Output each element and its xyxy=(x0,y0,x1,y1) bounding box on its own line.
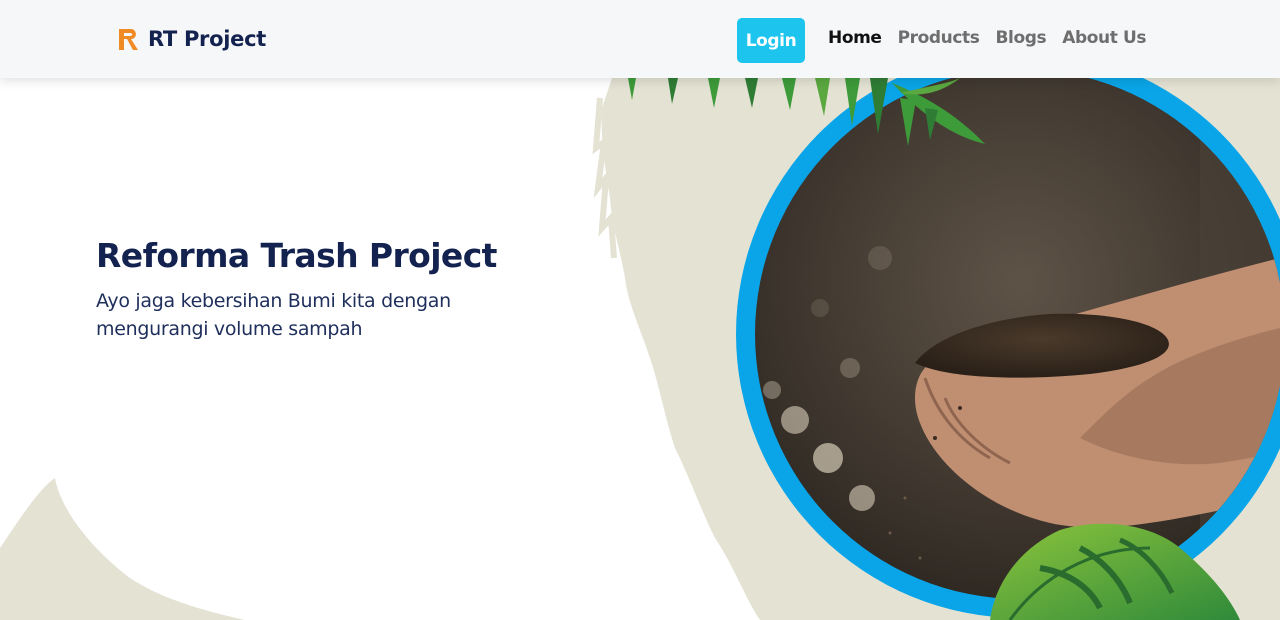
hero-title: Reforma Trash Project xyxy=(96,236,497,275)
nav-link-products[interactable]: Products xyxy=(898,28,980,48)
navbar: RT Project Login Home Products Blogs Abo… xyxy=(0,0,1280,78)
brand-name: RT Project xyxy=(148,27,266,51)
rt-logo-icon xyxy=(119,29,138,50)
nav-link-home[interactable]: Home xyxy=(828,28,882,48)
login-button[interactable]: Login xyxy=(737,18,805,63)
nav-link-about-us[interactable]: About Us xyxy=(1062,28,1146,48)
hero-subtitle-line1: Ayo jaga kebersihan Bumi kita dengan xyxy=(96,290,451,312)
nav-link-blogs[interactable]: Blogs xyxy=(995,28,1046,48)
paint-brush-left xyxy=(0,478,245,620)
hero-illustration xyxy=(0,78,1280,620)
hero-section: Reforma Trash Project Ayo jaga kebersiha… xyxy=(0,78,1280,620)
hero-subtitle-line2: mengurangi volume sampah xyxy=(96,318,363,340)
hero-subtitle: Ayo jaga kebersihan Bumi kita dengan men… xyxy=(96,287,576,343)
main-nav: Home Products Blogs About Us xyxy=(828,28,1162,48)
brand-link[interactable]: RT Project xyxy=(116,26,266,52)
hero-text: Reforma Trash Project Ayo jaga kebersiha… xyxy=(96,236,576,343)
